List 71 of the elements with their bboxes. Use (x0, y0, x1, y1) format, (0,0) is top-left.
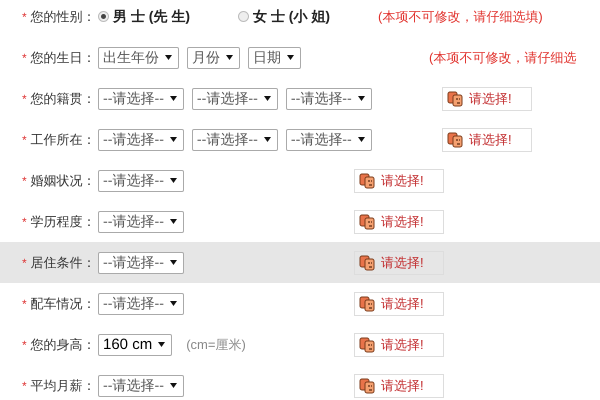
faces-icon (359, 172, 375, 188)
caret-icon (158, 342, 166, 347)
hint-button[interactable]: 请选择! (354, 168, 444, 192)
field-label: 您的性别： (30, 8, 96, 26)
caret-icon (170, 260, 177, 265)
caret-icon (170, 178, 177, 183)
hint-button[interactable]: 请选择! (442, 128, 532, 152)
warning-note: (本项不可修改，请仔细选填) (378, 8, 543, 26)
faces-icon (359, 378, 375, 394)
field-label: 配车情况： (30, 294, 96, 312)
caret-icon (170, 96, 177, 101)
dropdown[interactable]: --请选择-- (286, 128, 372, 150)
dropdown[interactable]: --请选择-- (98, 374, 184, 396)
dropdown[interactable]: 出生年份 (98, 46, 179, 68)
required-mark: * (22, 214, 27, 228)
dropdown[interactable]: --请选择-- (98, 252, 184, 274)
hint-button[interactable]: 请选择! (354, 332, 444, 356)
dropdown[interactable]: --请选择-- (98, 128, 184, 150)
required-mark: * (22, 132, 27, 146)
caret-icon (358, 137, 365, 142)
caret-icon (170, 383, 177, 388)
hint-button[interactable]: 请选择! (354, 292, 444, 316)
caret-icon (264, 137, 271, 142)
field-label: 您的籍贯： (30, 90, 96, 108)
dropdown[interactable]: --请选择-- (98, 88, 184, 110)
faces-icon (359, 214, 375, 230)
caret-icon (170, 219, 177, 224)
dropdown[interactable]: --请选择-- (98, 170, 184, 192)
faces-icon (359, 336, 375, 352)
radio-option[interactable]: 男 士 (先 生) (98, 8, 190, 26)
dropdown[interactable]: 160 cm (98, 334, 172, 356)
required-mark: * (22, 174, 27, 188)
radio-option[interactable]: 女 士 (小 姐) (238, 8, 330, 26)
field-label: 平均月薪： (30, 376, 96, 394)
hint-button[interactable]: 请选择! (442, 86, 532, 110)
hint-button[interactable]: 请选择! (354, 250, 444, 274)
required-mark: * (22, 92, 27, 106)
dropdown[interactable]: --请选择-- (98, 210, 184, 232)
field-label: 学历程度： (30, 212, 96, 230)
required-mark: * (22, 338, 27, 352)
hint-button[interactable]: 请选择! (354, 374, 444, 398)
caret-icon (264, 96, 271, 101)
unit-note: (cm=厘米) (186, 336, 246, 354)
dropdown[interactable]: 月份 (187, 46, 240, 68)
faces-icon (359, 254, 375, 270)
required-mark: * (22, 50, 27, 64)
caret-icon (170, 137, 177, 142)
faces-icon (359, 296, 375, 312)
caret-icon (358, 96, 365, 101)
required-mark: * (22, 378, 27, 392)
caret-icon (165, 55, 172, 60)
field-label: 婚姻状况： (30, 172, 96, 190)
field-label: 您的身高： (30, 336, 96, 354)
dropdown[interactable]: --请选择-- (192, 128, 278, 150)
caret-icon (226, 55, 233, 60)
field-label: 居住条件： (30, 254, 96, 272)
dropdown[interactable]: --请选择-- (98, 292, 184, 314)
faces-icon (447, 132, 463, 148)
required-mark: * (22, 10, 27, 24)
hint-button[interactable]: 请选择! (354, 210, 444, 234)
dropdown[interactable]: --请选择-- (286, 88, 372, 110)
warning-note: (本项不可修改，请仔细选 (429, 48, 576, 66)
dropdown[interactable]: --请选择-- (192, 88, 278, 110)
caret-icon (287, 55, 294, 60)
faces-icon (447, 90, 463, 106)
field-label: 工作所在： (30, 130, 96, 148)
required-mark: * (22, 296, 27, 310)
field-label: 您的生日： (30, 48, 96, 66)
required-mark: * (22, 256, 27, 270)
caret-icon (170, 301, 177, 306)
dropdown[interactable]: 日期 (248, 46, 301, 68)
